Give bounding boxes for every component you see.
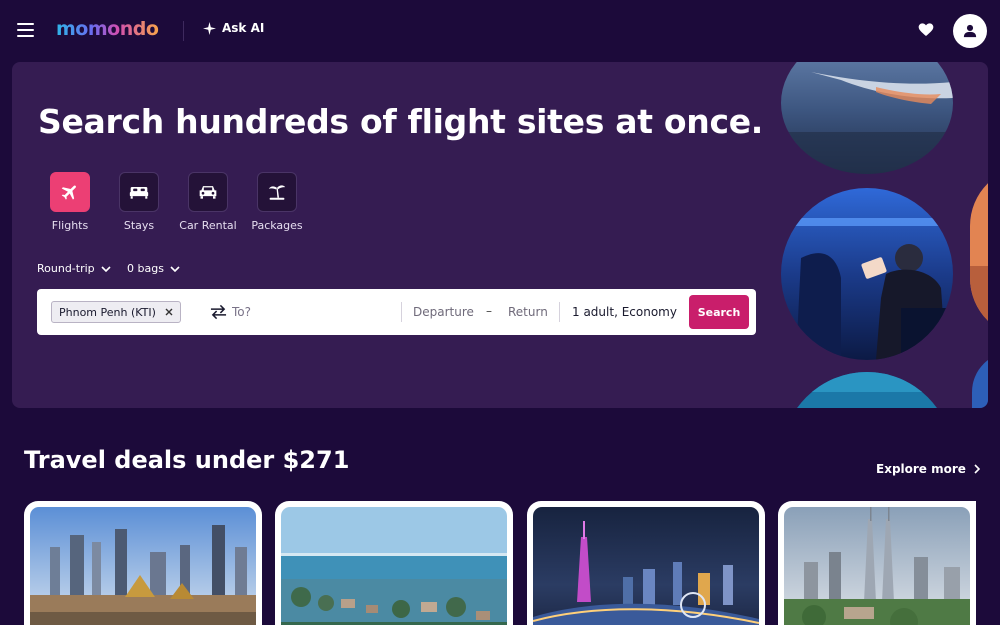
sunset-photo-partial [970, 166, 988, 338]
close-icon[interactable] [165, 308, 173, 316]
user-icon [963, 24, 977, 38]
category-packages[interactable]: Packages [237, 172, 317, 232]
search-button[interactable]: Search [689, 295, 749, 329]
deal-card-kuala-lumpur[interactable] [778, 501, 976, 625]
plane-icon [50, 172, 90, 212]
field-divider [401, 302, 402, 322]
category-label: Stays [123, 219, 155, 232]
ask-ai-label: Ask AI [222, 21, 265, 35]
chevron-down-icon [101, 265, 111, 272]
flight-search-bar: Phnom Penh (KTI) Departure – Return 1 ad… [37, 289, 756, 335]
palm-tree-icon [257, 172, 297, 212]
svg-text:momondo: momondo [56, 18, 159, 40]
date-separator: – [486, 304, 492, 318]
bed-icon [119, 172, 159, 212]
kuala-lumpur-skyline-photo [784, 507, 970, 625]
deals-section-title: Travel deals under $271 [24, 446, 350, 474]
swap-arrows-icon[interactable] [210, 304, 227, 320]
airplane-wing-photo [781, 62, 953, 174]
top-bar: momondo Ask AI [0, 0, 1000, 62]
category-label: Car Rental [179, 219, 237, 232]
explore-more-label: Explore more [876, 462, 966, 476]
coastal-lagoon-photo [281, 507, 507, 625]
account-avatar-button[interactable] [953, 14, 987, 48]
chevron-right-icon [974, 464, 980, 474]
category-flights[interactable]: Flights [30, 172, 110, 232]
category-label: Flights [51, 219, 89, 232]
heart-icon[interactable] [918, 22, 934, 38]
category-label: Packages [251, 219, 303, 232]
hamburger-menu-icon[interactable] [17, 22, 35, 38]
bags-value: 0 bags [127, 262, 164, 275]
category-stays[interactable]: Stays [99, 172, 179, 232]
bags-dropdown[interactable]: 0 bags [127, 262, 180, 275]
departure-date-field[interactable]: Departure [413, 305, 474, 319]
origin-chip-label: Phnom Penh (KTI) [59, 305, 156, 319]
momondo-logo[interactable]: momondo [56, 18, 160, 40]
blue-photo-partial [972, 352, 988, 408]
field-divider [559, 302, 560, 322]
hero-title: Search hundreds of flight sites at once. [38, 102, 764, 141]
sparkle-icon [203, 21, 216, 35]
destination-input[interactable] [232, 300, 392, 324]
travelers-cabin-field[interactable]: 1 adult, Economy [572, 305, 677, 319]
ocean-photo [781, 372, 953, 408]
deal-card-guangzhou[interactable] [527, 501, 765, 625]
trip-type-dropdown[interactable]: Round-trip [37, 262, 111, 275]
explore-more-link[interactable]: Explore more [876, 462, 980, 476]
origin-chip[interactable]: Phnom Penh (KTI) [51, 301, 181, 323]
guangzhou-night-photo [533, 507, 759, 625]
passenger-cabin-photo [781, 188, 953, 360]
logo-wordmark: momondo [56, 18, 159, 40]
chevron-down-icon [170, 265, 180, 272]
hero-search-panel: Search hundreds of flight sites at once.… [12, 62, 988, 408]
header-divider [183, 21, 184, 41]
ask-ai-button[interactable]: Ask AI [203, 21, 264, 35]
car-icon [188, 172, 228, 212]
bangkok-skyline-photo [30, 507, 256, 625]
category-car-rental[interactable]: Car Rental [168, 172, 248, 232]
return-date-field[interactable]: Return [508, 305, 548, 319]
deal-card-coastal[interactable] [275, 501, 513, 625]
deal-card-bangkok[interactable] [24, 501, 262, 625]
trip-type-value: Round-trip [37, 262, 95, 275]
